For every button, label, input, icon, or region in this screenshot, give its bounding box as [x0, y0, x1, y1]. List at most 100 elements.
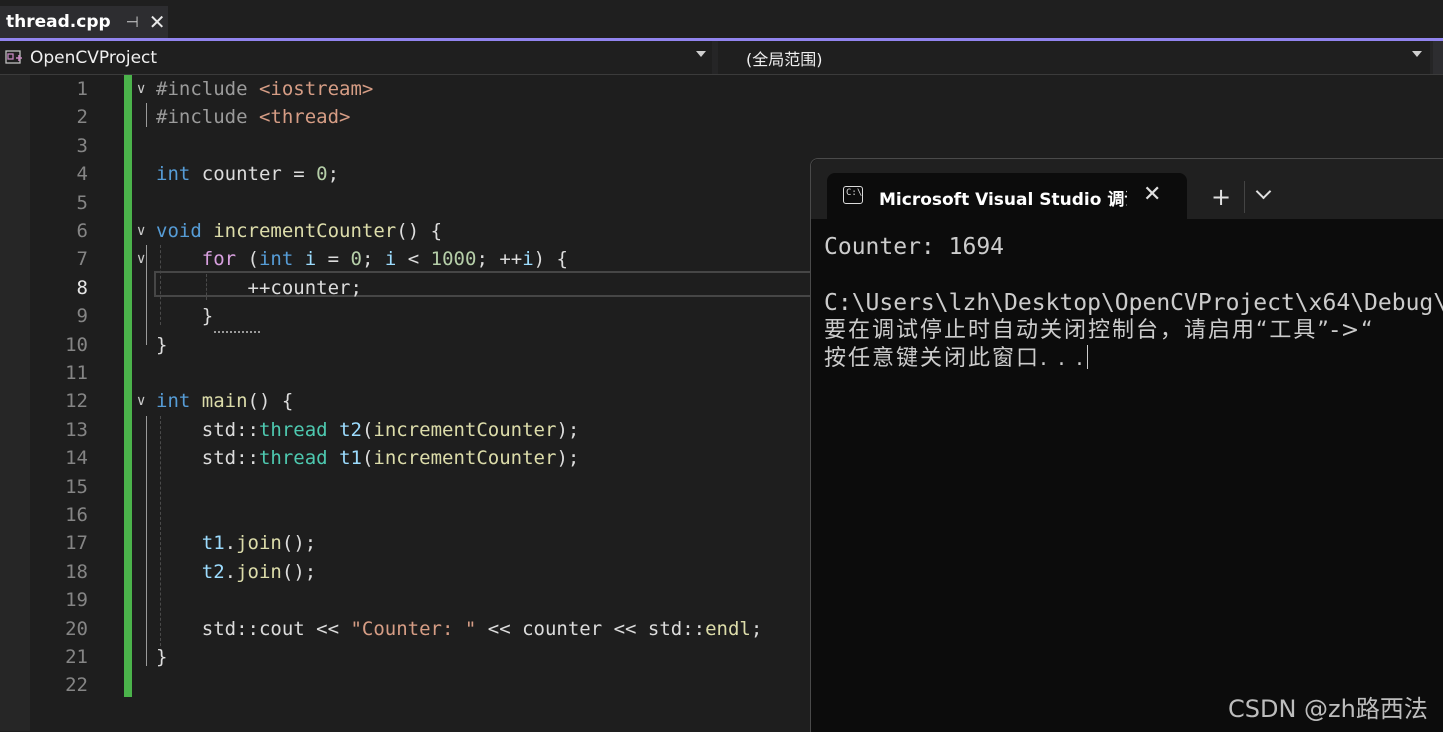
- code-line-4[interactable]: int counter = 0;: [156, 160, 339, 188]
- chevron-down-icon[interactable]: [696, 51, 706, 57]
- code-line-12[interactable]: int main() {: [156, 387, 293, 415]
- fold-toggle-icon[interactable]: ∨: [136, 217, 146, 245]
- project-icon: [5, 49, 22, 64]
- code-text: }: [156, 646, 168, 668]
- watermark: CSDN @zh路西法: [1228, 695, 1428, 723]
- code-text: =: [316, 248, 351, 270]
- nav-split-handle[interactable]: [1433, 41, 1443, 74]
- code-text: ();: [281, 561, 317, 583]
- code-text: );: [556, 447, 580, 469]
- code-text: ;: [362, 248, 385, 270]
- close-tab-icon[interactable]: ✕: [149, 10, 166, 34]
- scope-dropdown[interactable]: (全局范围): [718, 41, 1430, 74]
- line-number: 14: [65, 447, 88, 469]
- variable: i: [304, 248, 317, 270]
- code-text: std::: [201, 447, 259, 469]
- line-number: 15: [65, 476, 88, 498]
- preprocessor-directive: #include: [156, 106, 259, 128]
- line-number: 10: [65, 334, 88, 356]
- code-text: counter =: [190, 163, 317, 185]
- glyph-margin: [0, 75, 30, 731]
- variable: t1: [339, 447, 362, 469]
- scope-name: (全局范围): [746, 49, 823, 69]
- line-number: 21: [65, 646, 88, 668]
- code-line-8[interactable]: ++counter;: [156, 274, 362, 302]
- number-literal: 0: [350, 248, 362, 270]
- code-text: <: [396, 248, 431, 270]
- console-output[interactable]: Counter: 1694 C:\Users\lzh\Desktop\OpenC…: [811, 219, 1443, 732]
- divider: [1244, 181, 1245, 213]
- code-text: std::cout <<: [201, 618, 351, 640]
- console-tab[interactable]: C:\ Microsoft Visual Studio 调试控制台 ✕: [827, 173, 1187, 219]
- code-text: }: [201, 305, 214, 327]
- line-number-current: 8: [76, 277, 88, 299]
- code-line-17[interactable]: t1.join();: [156, 529, 316, 557]
- line-number: 19: [65, 589, 88, 611]
- line-number: 5: [76, 192, 88, 214]
- tab-title: thread.cpp: [6, 12, 111, 32]
- number-literal: 0: [316, 163, 328, 185]
- code-text: (: [361, 447, 374, 469]
- code-line-13[interactable]: std::thread t2(incrementCounter);: [156, 416, 580, 444]
- fold-toggle-icon[interactable]: ∨: [136, 245, 146, 273]
- line-number: 18: [65, 561, 88, 583]
- function-name: incrementCounter: [213, 220, 397, 242]
- console-line: 按任意键关闭此窗口. . .: [824, 345, 1088, 373]
- pin-icon[interactable]: ⊣: [126, 13, 139, 31]
- new-tab-icon[interactable]: +: [1211, 183, 1231, 211]
- code-line-21[interactable]: }: [156, 643, 167, 671]
- navigation-bar: OpenCVProject (全局范围): [0, 41, 1443, 75]
- line-number: 11: [65, 362, 88, 384]
- code-text: () {: [247, 390, 294, 412]
- console-line: C:\Users\lzh\Desktop\OpenCVProject\x64\D…: [824, 290, 1443, 316]
- code-line-7[interactable]: for (int i = 0; i < 1000; ++i) {: [156, 245, 568, 273]
- preprocessor-directive: #include: [156, 78, 259, 100]
- keyword: void: [156, 220, 202, 242]
- close-icon[interactable]: ✕: [1143, 182, 1161, 207]
- line-number: 1: [76, 78, 88, 100]
- code-line-6[interactable]: void incrementCounter() {: [156, 217, 442, 245]
- project-dropdown[interactable]: OpenCVProject: [0, 41, 712, 74]
- code-line-20[interactable]: std::cout << "Counter: " << counter << s…: [156, 615, 763, 643]
- line-number: 22: [65, 674, 88, 696]
- outline-line: [146, 245, 147, 345]
- keyword: int: [156, 390, 191, 412]
- terminal-icon-text: C:\: [846, 188, 863, 198]
- function-name: main: [201, 390, 248, 412]
- code-text: ++counter;: [247, 277, 362, 299]
- change-tracking-bar: [124, 75, 132, 697]
- include-header: <thread>: [258, 106, 351, 128]
- intellisense-suggestion-dots[interactable]: [214, 327, 260, 333]
- code-text: ) {: [533, 248, 568, 270]
- console-title: Microsoft Visual Studio 调试控制台: [879, 190, 1127, 210]
- variable: i: [522, 248, 534, 270]
- line-number: 2: [76, 106, 88, 128]
- code-text: }: [156, 334, 168, 356]
- chevron-down-icon[interactable]: [1412, 51, 1422, 57]
- chevron-down-icon[interactable]: [1255, 183, 1272, 200]
- console-line: Counter: 1694: [824, 234, 1005, 260]
- code-line-1[interactable]: #include <iostream>: [156, 75, 373, 103]
- fold-toggle-icon[interactable]: ∨: [136, 387, 146, 415]
- fold-toggle-icon[interactable]: ∨: [136, 75, 146, 103]
- code-line-10[interactable]: }: [156, 331, 167, 359]
- code-line-9[interactable]: }: [156, 302, 213, 330]
- code-text: ;: [750, 618, 763, 640]
- code-text: (: [361, 419, 374, 441]
- tab-thread-cpp[interactable]: thread.cpp ⊣ ✕: [0, 6, 168, 38]
- control-keyword: for: [201, 248, 237, 270]
- code-text: std::: [201, 419, 259, 441]
- code-line-18[interactable]: t2.join();: [156, 558, 316, 586]
- function-name: join: [236, 532, 282, 554]
- code-line-14[interactable]: std::thread t1(incrementCounter);: [156, 444, 580, 472]
- console-tab-bar: C:\ Microsoft Visual Studio 调试控制台 ✕ +: [811, 159, 1443, 219]
- type-name: thread: [258, 419, 328, 441]
- debug-console-window[interactable]: C:\ Microsoft Visual Studio 调试控制台 ✕ + Co…: [810, 158, 1443, 732]
- code-text: );: [556, 419, 580, 441]
- code-line-2[interactable]: #include <thread>: [156, 103, 350, 131]
- code-text: () {: [396, 220, 443, 242]
- include-header: <iostream>: [258, 78, 374, 100]
- function-name: incrementCounter: [373, 419, 557, 441]
